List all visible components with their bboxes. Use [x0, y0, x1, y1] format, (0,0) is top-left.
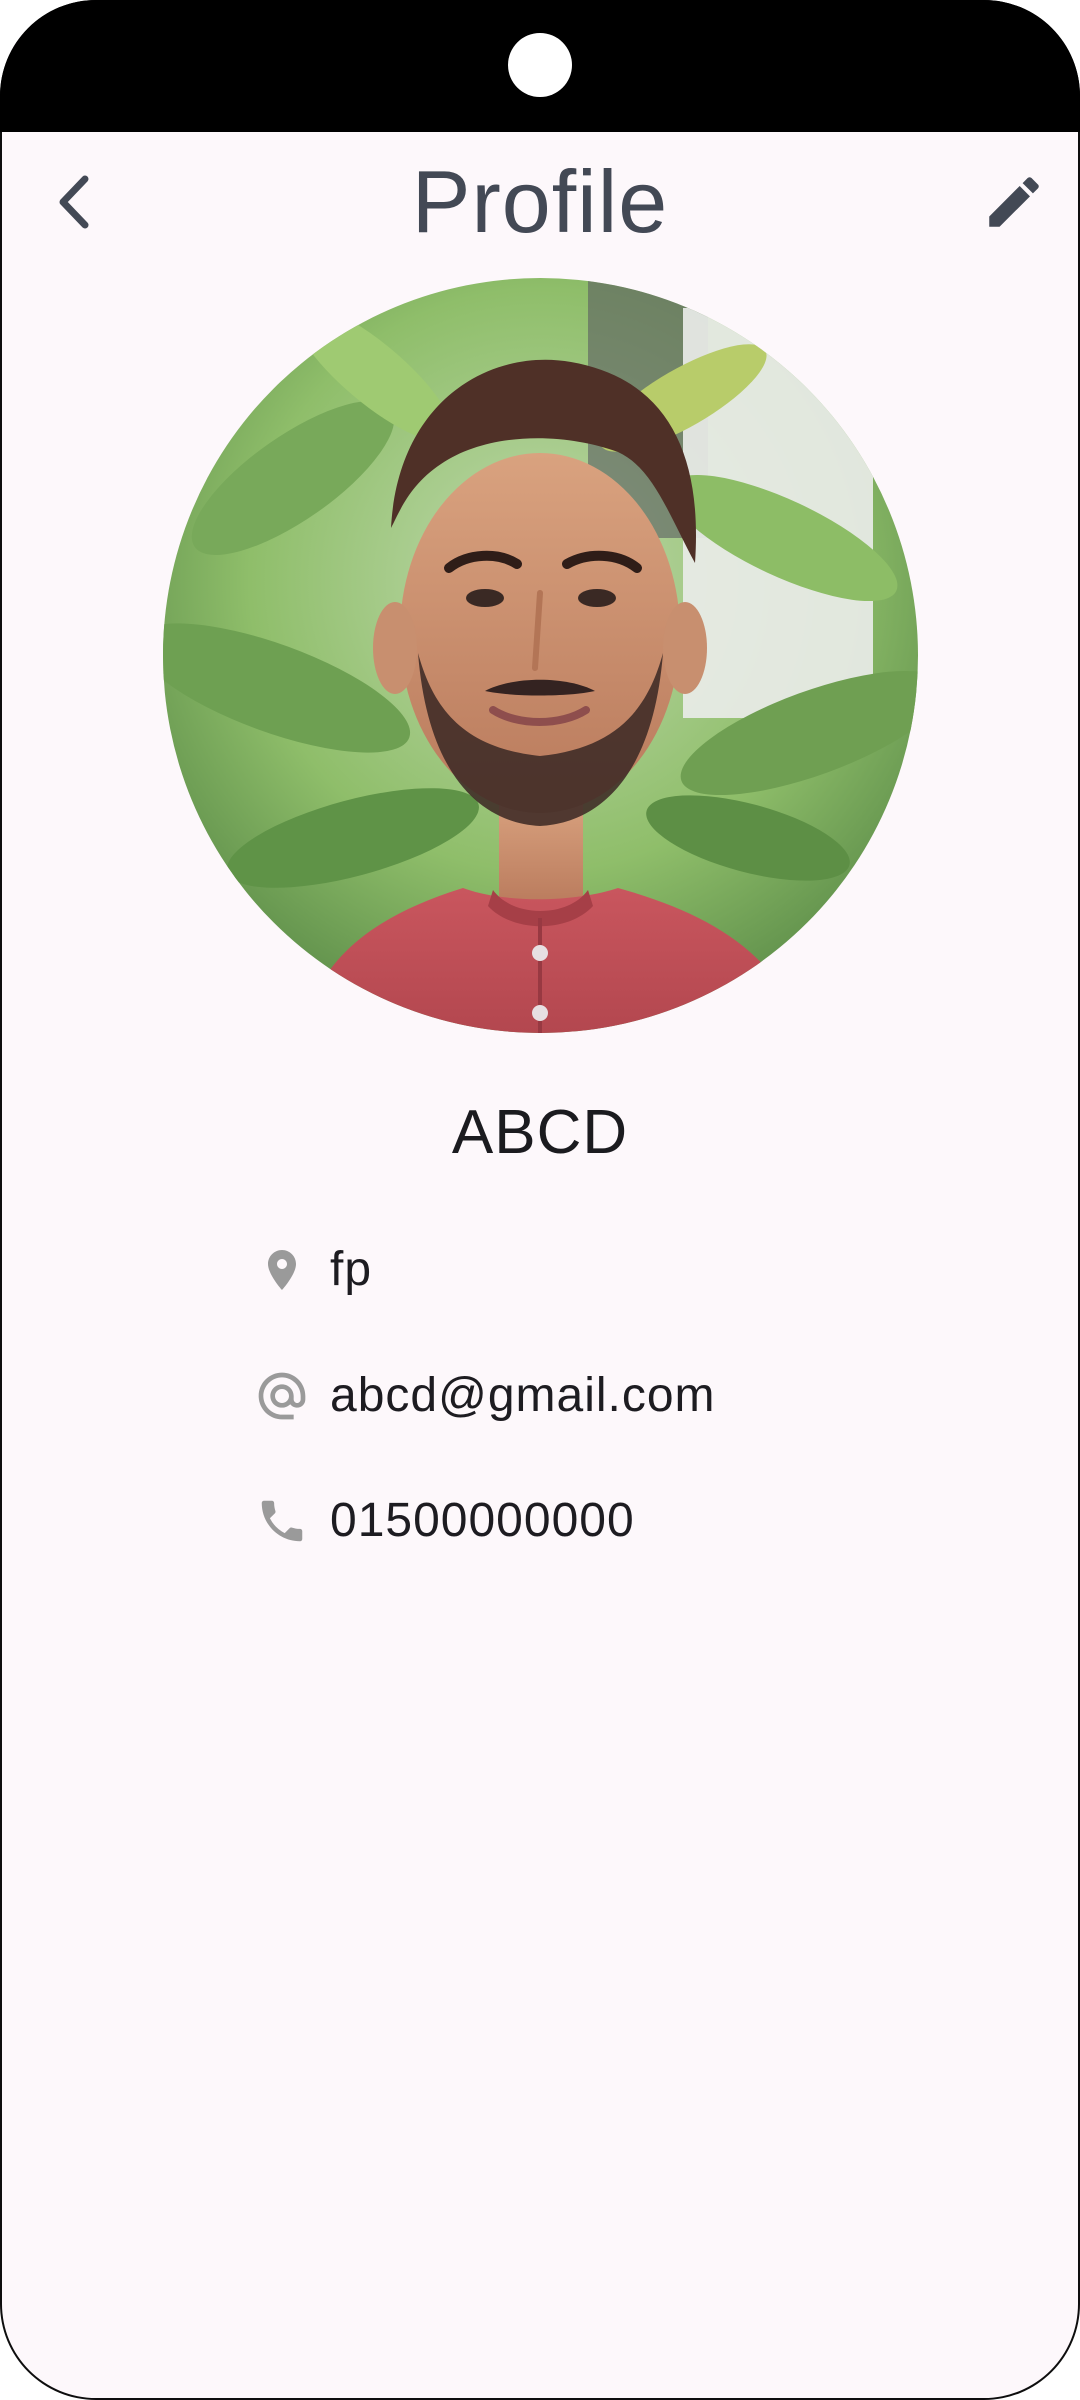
phone-screen: Profile ABCD fp abcd@gmail.com 015000000…	[0, 0, 1080, 2400]
edit-button[interactable]	[972, 160, 1056, 244]
profile-name: ABCD	[451, 1098, 629, 1167]
front-camera-cutout	[508, 33, 572, 97]
email-text: abcd@gmail.com	[330, 1369, 716, 1422]
phone-icon	[252, 1491, 312, 1551]
location-pin-icon	[252, 1240, 312, 1300]
location-text: fp	[330, 1243, 373, 1296]
email-row: abcd@gmail.com	[252, 1358, 716, 1434]
profile-photo	[163, 278, 918, 1033]
phone-text: 01500000000	[330, 1494, 635, 1547]
location-row: fp	[252, 1232, 372, 1308]
profile-photo-illustration	[163, 278, 918, 1033]
pencil-icon	[989, 177, 1039, 227]
at-sign-icon	[252, 1366, 312, 1426]
status-bar	[0, 0, 1080, 132]
app-bar: Profile	[0, 132, 1080, 282]
page-title: Profile	[411, 152, 669, 251]
phone-row: 01500000000	[252, 1483, 635, 1559]
